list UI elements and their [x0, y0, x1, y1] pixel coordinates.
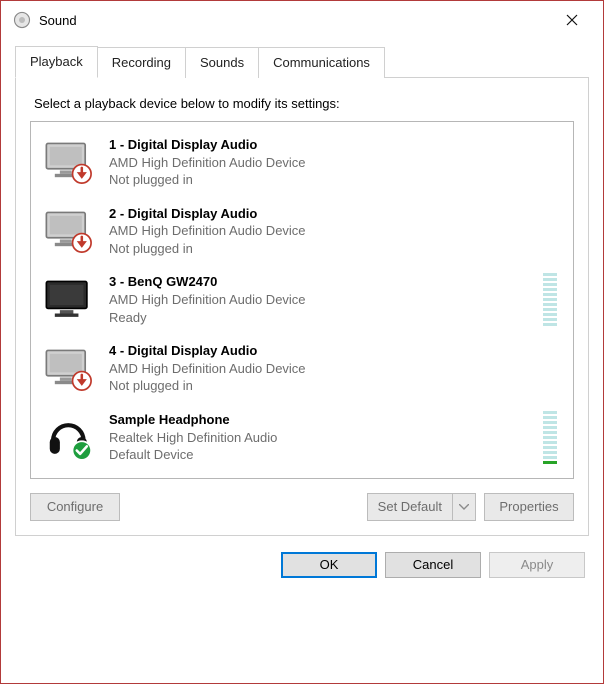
titlebar: Sound: [1, 1, 603, 39]
device-row[interactable]: 1 - Digital Display AudioAMD High Defini…: [37, 128, 567, 197]
device-status: Not plugged in: [109, 377, 561, 395]
device-list[interactable]: 1 - Digital Display AudioAMD High Defini…: [30, 121, 574, 479]
playback-prompt: Select a playback device below to modify…: [34, 96, 574, 111]
device-description: Realtek High Definition Audio: [109, 429, 531, 447]
device-name: 4 - Digital Display Audio: [109, 342, 561, 360]
level-meter: [543, 273, 557, 326]
device-text: Sample HeadphoneRealtek High Definition …: [109, 411, 531, 464]
device-row[interactable]: Sample HeadphoneRealtek High Definition …: [37, 403, 567, 472]
close-button[interactable]: [549, 5, 595, 35]
dialog-client: Playback Recording Sounds Communications…: [1, 39, 603, 592]
level-meter: [543, 411, 557, 464]
monitor-ready-icon: [43, 275, 97, 325]
tab-playback[interactable]: Playback: [15, 46, 98, 78]
properties-button[interactable]: Properties: [484, 493, 574, 521]
device-description: AMD High Definition Audio Device: [109, 360, 561, 378]
device-name: Sample Headphone: [109, 411, 531, 429]
dialog-footer: OK Cancel Apply: [15, 552, 589, 578]
device-description: AMD High Definition Audio Device: [109, 222, 561, 240]
device-name: 2 - Digital Display Audio: [109, 205, 561, 223]
monitor-unplugged-icon: [43, 206, 97, 256]
device-description: AMD High Definition Audio Device: [109, 154, 561, 172]
ok-button[interactable]: OK: [281, 552, 377, 578]
device-row[interactable]: 4 - Digital Display AudioAMD High Defini…: [37, 334, 567, 403]
apply-button[interactable]: Apply: [489, 552, 585, 578]
device-status: Not plugged in: [109, 171, 561, 189]
device-text: 4 - Digital Display AudioAMD High Defini…: [109, 342, 561, 395]
device-description: AMD High Definition Audio Device: [109, 291, 531, 309]
device-name: 1 - Digital Display Audio: [109, 136, 561, 154]
tab-sounds[interactable]: Sounds: [186, 47, 259, 78]
headphones-default-icon: [43, 412, 97, 462]
device-name: 3 - BenQ GW2470: [109, 273, 531, 291]
monitor-unplugged-icon: [43, 344, 97, 394]
sound-icon: [13, 11, 31, 29]
cancel-button[interactable]: Cancel: [385, 552, 481, 578]
device-text: 3 - BenQ GW2470AMD High Definition Audio…: [109, 273, 531, 326]
device-status: Ready: [109, 309, 531, 327]
tabstrip: Playback Recording Sounds Communications: [15, 45, 589, 78]
device-text: 2 - Digital Display AudioAMD High Defini…: [109, 205, 561, 258]
configure-button[interactable]: Configure: [30, 493, 120, 521]
tab-communications[interactable]: Communications: [259, 47, 385, 78]
device-status: Not plugged in: [109, 240, 561, 258]
window-title: Sound: [39, 13, 77, 28]
panel-button-row: Configure Set Default Properties: [30, 493, 574, 521]
monitor-unplugged-icon: [43, 137, 97, 187]
device-status: Default Device: [109, 446, 531, 464]
device-row[interactable]: 3 - BenQ GW2470AMD High Definition Audio…: [37, 265, 567, 334]
tab-panel-playback: Select a playback device below to modify…: [15, 78, 589, 536]
tab-recording[interactable]: Recording: [98, 47, 186, 78]
chevron-down-icon[interactable]: [453, 504, 475, 510]
set-default-label: Set Default: [368, 494, 453, 520]
device-text: 1 - Digital Display AudioAMD High Defini…: [109, 136, 561, 189]
device-row[interactable]: 2 - Digital Display AudioAMD High Defini…: [37, 197, 567, 266]
set-default-button[interactable]: Set Default: [367, 493, 476, 521]
